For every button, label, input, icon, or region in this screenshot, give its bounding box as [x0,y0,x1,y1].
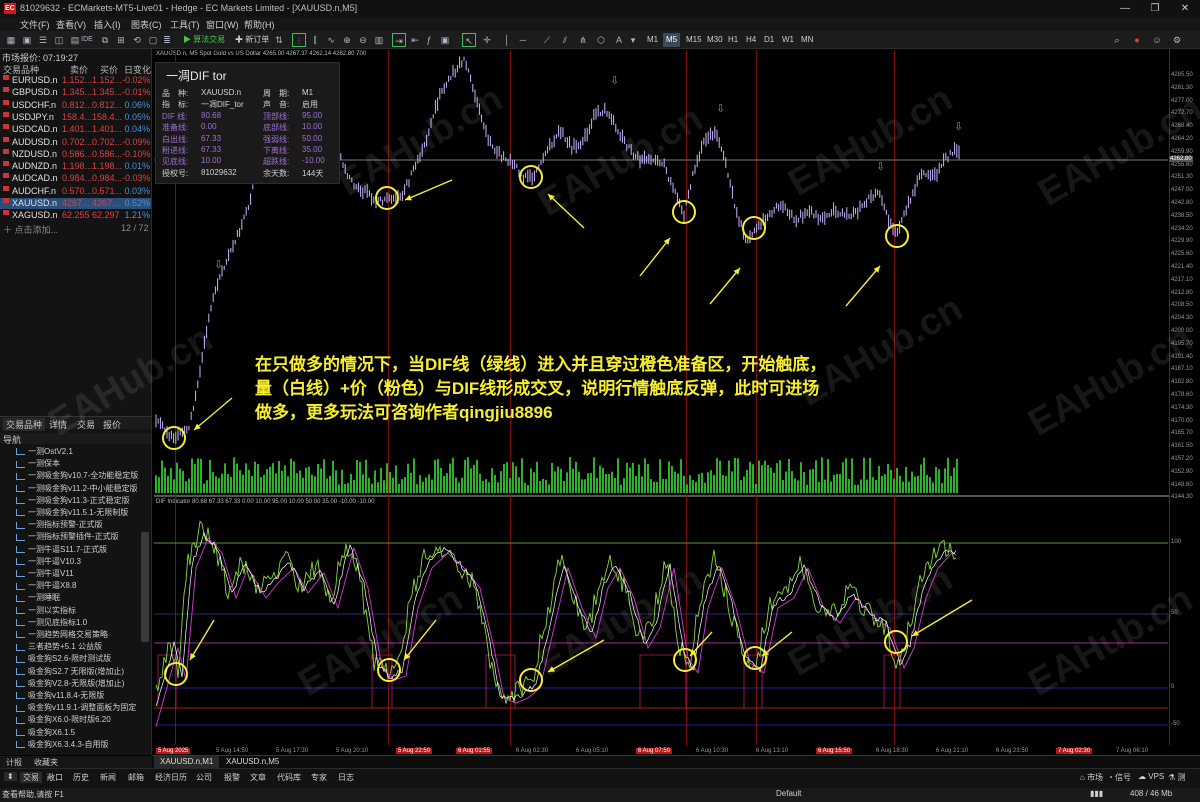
dif-value: 67.33 [201,133,222,143]
dif-label: 下离线: [263,146,290,155]
strategy-annotation: 在只做多的情况下，当DIF线（绿线）进入并且穿过橙色准备区，开始触底， 量（白线… [255,353,1015,425]
dif-value: 启用 [302,100,318,110]
annotation-line: 在只做多的情况下，当DIF线（绿线）进入并且穿过橙色准备区，开始触底， [255,355,827,374]
dif-label: 白出线: [162,134,189,144]
market-button[interactable]: ⌂ 市场 [1080,772,1103,783]
down-arrow-icon: ⇩ [214,258,223,271]
annotation-line: 量（白线）+价（粉色）与DIF线形成交叉，说明行情触底反弹，此时可进场 [255,379,820,398]
dif-label: 授权号: [162,168,189,178]
dif-value: 10.00 [302,122,323,132]
toolbox-tab-alerts[interactable]: 报警 [224,772,240,783]
toolbox-tab-trade[interactable]: 交易 [20,772,42,783]
down-arrow-icon: ⇩ [954,120,963,133]
dif-label: 见底线: [162,157,189,167]
annotation-arrows [189,179,973,673]
volume-bars [155,457,958,493]
toolbox-tab-calendar[interactable]: 经济日历 [155,772,187,783]
signal-steps [157,654,901,708]
toolbox-tab-exposure[interactable]: 敞口 [47,772,63,783]
toolbox-tab-codebase[interactable]: 代码库 [277,772,301,783]
dif-label: 准备线: [162,123,189,133]
chart-tabs [152,755,1200,768]
status-help: 查看帮助,请按 F1 [2,790,64,799]
signal-step [639,654,687,708]
toolbox-tab-mailbox[interactable]: 邮箱 [128,772,144,783]
down-arrow-icon: ⇩ [610,74,619,87]
dif-label: 声 音: [263,100,290,110]
annotation-arrow [709,267,741,305]
toolbox-tab-company[interactable]: 公司 [196,772,212,783]
annotation-arrow [639,237,671,277]
toolbox-toggle[interactable]: ⬍ [4,772,17,781]
dif-label: 强弱线: [263,134,290,144]
tester-button[interactable]: ⚗ 测 [1168,772,1185,783]
annotation-arrow [193,397,233,431]
vps-button[interactable]: ☁ VPS [1138,772,1164,781]
tab-calc[interactable]: 计报 [6,757,22,768]
dif-value: XAUUSD.n [201,88,242,97]
dif-label: 品 种: [162,89,189,98]
dif-label: 粉进线: [162,146,189,155]
dif-value: 81029632 [201,167,237,177]
dif-value: 10.00 [201,156,222,166]
tab-favorites[interactable]: 收藏夹 [34,757,58,768]
dif-value: -10.00 [302,156,325,166]
dif-value: 0.00 [201,122,217,132]
dif-value: M1 [302,88,314,97]
signals-button[interactable]: ◔ 信号 [1108,772,1131,783]
dif-panel-title: 一凋DIF tor [166,69,227,83]
annotation-arrow [404,179,453,201]
dif-label: 周 期: [263,89,290,98]
chart-tab-m5[interactable]: XAUUSD.n,M5 [220,756,285,768]
toolbox-tab-articles[interactable]: 文章 [250,772,266,783]
left-bottom-tabs [0,756,152,768]
toolbox-tab-history[interactable]: 历史 [73,772,89,783]
dif-value: 50.00 [302,133,323,143]
dif-label: 指 标: [162,100,189,110]
dif-label: DIF 线: [162,111,188,121]
dif-value: 144天 [302,168,324,178]
status-profile: Default [776,789,802,798]
annotation-arrow [189,619,215,661]
indicator-levels [154,542,1168,726]
annotation-line: 做多，更多玩法可咨询作者qingjiu8896 [255,403,553,422]
dif-label: 顶部线: [263,111,290,121]
status-bar [0,788,1200,802]
chart-tab-m1[interactable]: XAUUSD.n,M1 [154,756,220,768]
dif-value: 67.33 [201,145,222,154]
toolbox-tab-journal[interactable]: 日志 [338,772,354,783]
status-traffic: 408 / 46 Mb [1130,789,1173,798]
dif-label: 余天数: [263,168,290,178]
toolbox-tab-news[interactable]: 新闻 [100,772,116,783]
dif-label: 底部线: [263,123,290,133]
down-arrow-icon: ⇩ [716,102,725,115]
toolbox-tab-experts[interactable]: 专家 [311,772,327,783]
dif-value: 80.68 [201,110,222,120]
dif-label: 超跌线: [263,157,290,167]
dif-value: 一凋DIF_tor [201,100,244,110]
status-connection-icon: ▮▮▮ [1090,789,1104,798]
highlight-circles [162,165,909,692]
annotation-arrow [845,265,881,307]
dif-value: 95.00 [302,110,323,120]
dif-value: 35.00 [302,145,323,154]
